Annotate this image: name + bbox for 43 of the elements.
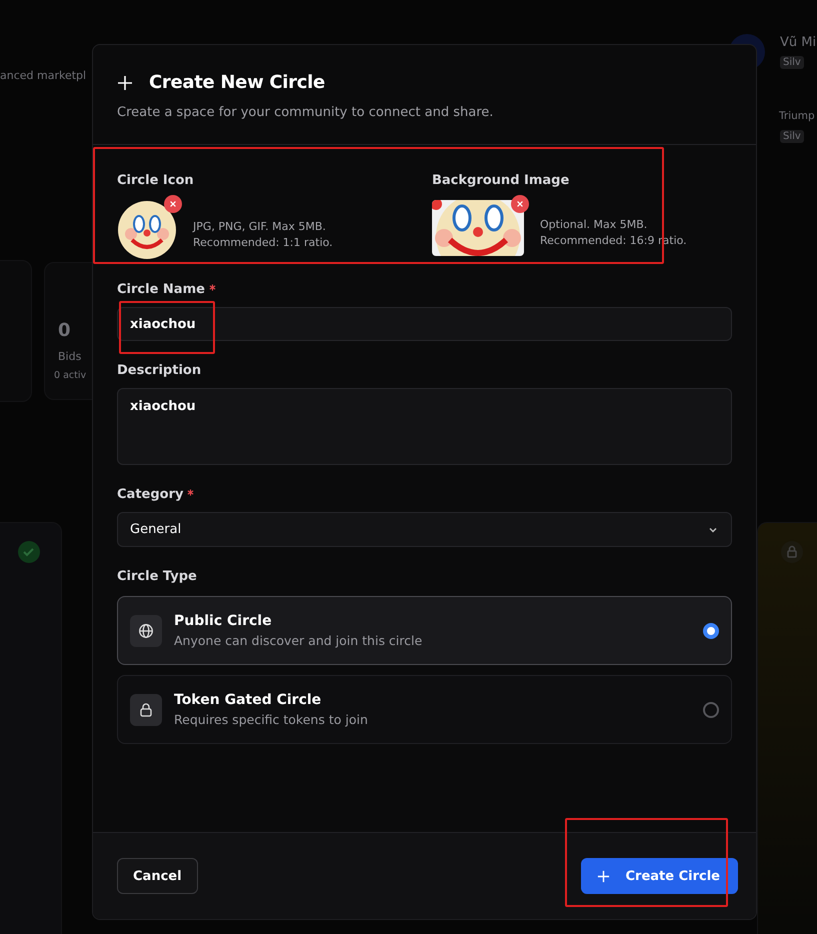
- option-description: Requires specific tokens to join: [174, 712, 369, 727]
- option-title: Token Gated Circle: [174, 692, 322, 708]
- user-name: Vũ Mi: [780, 35, 816, 50]
- rank-label: Silv: [780, 130, 804, 143]
- field-label: Category: [117, 487, 184, 502]
- hint-text: JPG, PNG, GIF. Max 5MB.: [193, 220, 327, 232]
- hint-text: Optional. Max 5MB.: [540, 218, 648, 230]
- lock-icon: [780, 540, 804, 564]
- radio-button[interactable]: [703, 702, 719, 718]
- remove-button[interactable]: [511, 195, 529, 213]
- field-label: Circle Icon: [117, 173, 195, 188]
- remove-button[interactable]: [164, 195, 182, 213]
- check-icon: [17, 540, 41, 564]
- field-label: Circle Type: [117, 569, 198, 584]
- category-select[interactable]: General: [117, 512, 732, 547]
- stat-value: 0: [58, 320, 71, 341]
- stat-caption: 0 activ: [54, 370, 86, 381]
- tagline-text: anced marketpl: [0, 69, 86, 82]
- select-value: General: [130, 522, 182, 537]
- create-button[interactable]: Create Circle: [580, 858, 738, 894]
- option-description: Anyone can discover and join this circle: [174, 633, 424, 648]
- name-input[interactable]: xiaochou: [117, 307, 732, 341]
- option-title: Public Circle: [174, 613, 273, 629]
- circle-type-option[interactable]: Token Gated Circle Requires specific tokens to join: [117, 675, 732, 744]
- hint-text: Recommended: 1:1 ratio.: [193, 236, 333, 248]
- circle-type-option[interactable]: Public Circle Anyone can discover and join this circle: [117, 596, 732, 665]
- close-icon: [516, 200, 524, 208]
- user-name: Triump: [779, 110, 815, 122]
- lock-icon: [138, 702, 154, 718]
- dialog-subtitle: Create a space for your community to connect and share.: [117, 105, 494, 120]
- field-label: Circle Name: [117, 282, 205, 297]
- rank-label: Silv: [780, 56, 804, 69]
- globe-icon: [138, 622, 154, 638]
- field-label: Background Image: [432, 173, 570, 188]
- cancel-button[interactable]: Cancel: [117, 858, 198, 894]
- plus-icon: [117, 74, 133, 90]
- stat-label: Bids: [58, 350, 82, 363]
- description-input[interactable]: xiaochou: [117, 388, 732, 465]
- field-label: Description: [117, 363, 202, 378]
- dialog-title: Create New Circle: [149, 72, 325, 93]
- radio-button[interactable]: [703, 622, 719, 638]
- close-icon: [169, 200, 177, 208]
- plus-icon: [596, 870, 610, 882]
